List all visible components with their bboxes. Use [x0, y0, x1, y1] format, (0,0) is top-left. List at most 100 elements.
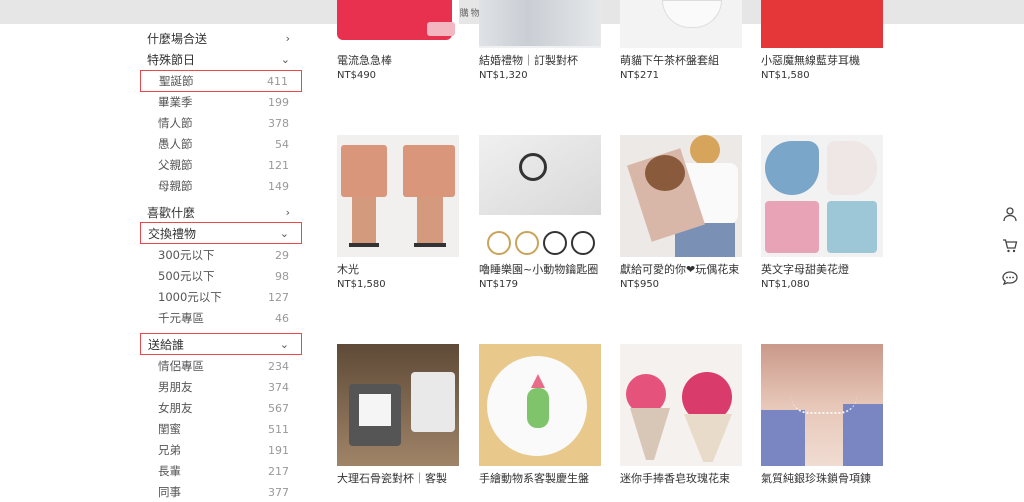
- product-name[interactable]: 嚕睡樂園~小動物鑰匙圈: [479, 261, 601, 277]
- sidebar-item-under-300[interactable]: 300元以下 29: [140, 245, 302, 265]
- product-price: NT$1,580: [761, 70, 810, 81]
- product-image[interactable]: [761, 0, 883, 48]
- sidebar-item-fathers-day[interactable]: 父親節 121: [140, 155, 302, 175]
- product-card[interactable]: 小惡魔無線藍芽耳機 NT$1,580: [761, 0, 883, 81]
- product-image[interactable]: [761, 344, 883, 466]
- product-name[interactable]: 迷你手捧香皂玫瑰花束: [620, 470, 742, 486]
- product-price: NT$1,320: [479, 70, 528, 81]
- item-count: 191: [268, 443, 289, 457]
- sidebar-item-under-1000[interactable]: 1000元以下 127: [140, 287, 302, 307]
- product-name[interactable]: 英文字母甜美花燈: [761, 261, 883, 277]
- product-card[interactable]: 木光 NT$1,580: [337, 135, 459, 290]
- sidebar-item-valentines[interactable]: 情人節 378: [140, 113, 302, 133]
- user-icon[interactable]: [996, 200, 1024, 228]
- item-label: 女朋友: [158, 401, 193, 415]
- product-image[interactable]: [620, 344, 742, 466]
- product-image[interactable]: [337, 0, 459, 48]
- item-count: 199: [268, 95, 289, 109]
- product-card[interactable]: 英文字母甜美花燈 NT$1,080: [761, 135, 883, 290]
- item-count: 217: [268, 464, 289, 478]
- product-name[interactable]: 萌貓下午茶杯盤套組: [620, 52, 742, 68]
- product-card[interactable]: 手繪動物系客製慶生盤: [479, 344, 601, 488]
- product-image[interactable]: [479, 344, 601, 466]
- chevron-right-icon: ›: [285, 205, 290, 219]
- product-card[interactable]: 嚕睡樂園~小動物鑰匙圈 NT$179: [479, 135, 601, 290]
- product-name[interactable]: 大理石骨瓷對杯｜客製: [337, 470, 459, 486]
- item-count: 54: [275, 137, 289, 151]
- product-name[interactable]: 木光: [337, 261, 459, 277]
- chevron-right-icon: ›: [285, 31, 290, 45]
- category-label: 特殊節日: [147, 52, 196, 67]
- item-label: 情侶專區: [158, 359, 204, 373]
- item-label: 兄弟: [158, 443, 181, 457]
- sidebar-item-april-fools[interactable]: 愚人節 54: [140, 134, 302, 154]
- sidebar-item-couples[interactable]: 情侶專區 234: [140, 356, 302, 376]
- sidebar-item-under-500[interactable]: 500元以下 98: [140, 266, 302, 286]
- category-label: 送給誰: [148, 337, 185, 352]
- product-price: NT$950: [620, 279, 660, 290]
- category-recipients[interactable]: 送給誰 ⌄: [140, 333, 302, 355]
- item-label: 母親節: [158, 179, 193, 193]
- product-price: NT$1,080: [761, 279, 810, 290]
- chevron-down-icon: ⌄: [279, 337, 289, 351]
- sidebar-item-mothers-day[interactable]: 母親節 149: [140, 176, 302, 196]
- sidebar-item-colleagues[interactable]: 同事 377: [140, 482, 302, 502]
- product-image[interactable]: [479, 135, 601, 257]
- product-name[interactable]: 氣質純銀珍珠鎖骨項鍊: [761, 470, 883, 486]
- product-image[interactable]: [620, 135, 742, 257]
- product-image[interactable]: [337, 344, 459, 466]
- category-gift-exchange[interactable]: 交換禮物 ⌄: [140, 222, 302, 244]
- item-count: 149: [268, 179, 289, 193]
- chevron-down-icon: ⌄: [280, 52, 290, 66]
- product-image[interactable]: [479, 0, 601, 48]
- item-label: 1000元以下: [158, 290, 222, 304]
- category-holidays[interactable]: 特殊節日 ⌄: [140, 49, 302, 69]
- item-label: 千元專區: [158, 311, 204, 325]
- sidebar-item-bestie[interactable]: 閨蜜 511: [140, 419, 302, 439]
- item-label: 情人節: [158, 116, 193, 130]
- product-name[interactable]: 小惡魔無線藍芽耳機: [761, 52, 883, 68]
- product-name[interactable]: 手繪動物系客製慶生盤: [479, 470, 601, 486]
- category-label: 什麼場合送: [147, 31, 208, 46]
- item-label: 500元以下: [158, 269, 215, 283]
- sidebar-item-elders[interactable]: 長輩 217: [140, 461, 302, 481]
- item-count: 374: [268, 380, 289, 394]
- cart-icon[interactable]: [996, 232, 1024, 260]
- category-label: 交換禮物: [148, 226, 197, 241]
- sidebar-item-graduation[interactable]: 畢業季 199: [140, 92, 302, 112]
- item-label: 同事: [158, 485, 181, 499]
- sidebar-item-brothers[interactable]: 兄弟 191: [140, 440, 302, 460]
- product-price: NT$1,580: [337, 279, 386, 290]
- sidebar-item-christmas[interactable]: 聖誕節 411: [140, 70, 302, 92]
- item-label: 聖誕節: [159, 74, 194, 88]
- item-count: 234: [268, 359, 289, 373]
- item-label: 畢業季: [158, 95, 193, 109]
- item-count: 411: [267, 74, 288, 88]
- category-occasion[interactable]: 什麼場合送 ›: [140, 28, 302, 48]
- item-count: 567: [268, 401, 289, 415]
- item-label: 愚人節: [158, 137, 193, 151]
- product-name[interactable]: 結婚禮物｜訂製對杯: [479, 52, 601, 68]
- product-name[interactable]: 電流急急棒: [337, 52, 459, 68]
- sidebar-item-thousand-zone[interactable]: 千元專區 46: [140, 308, 302, 328]
- product-name[interactable]: 獻給可愛的你❤玩偶花束: [620, 261, 742, 277]
- product-image[interactable]: [337, 135, 459, 257]
- product-card[interactable]: 氣質純銀珍珠鎖骨項鍊: [761, 344, 883, 488]
- item-count: 29: [275, 248, 289, 262]
- product-card[interactable]: 萌貓下午茶杯盤套組 NT$271: [620, 0, 742, 81]
- product-image[interactable]: [620, 0, 742, 48]
- product-card[interactable]: 電流急急棒 NT$490: [337, 0, 459, 81]
- product-card[interactable]: 迷你手捧香皂玫瑰花束: [620, 344, 742, 488]
- category-likes[interactable]: 喜歡什麼 ›: [140, 202, 302, 222]
- sidebar-item-girlfriend[interactable]: 女朋友 567: [140, 398, 302, 418]
- floating-actions: [996, 200, 1024, 296]
- item-count: 127: [268, 290, 289, 304]
- product-card[interactable]: 獻給可愛的你❤玩偶花束 NT$950: [620, 135, 742, 290]
- item-label: 父親節: [158, 158, 193, 172]
- item-label: 男朋友: [158, 380, 193, 394]
- chat-icon[interactable]: [996, 264, 1024, 292]
- product-image[interactable]: [761, 135, 883, 257]
- product-card[interactable]: 結婚禮物｜訂製對杯 NT$1,320: [479, 0, 601, 81]
- product-card[interactable]: 大理石骨瓷對杯｜客製: [337, 344, 459, 488]
- sidebar-item-boyfriend[interactable]: 男朋友 374: [140, 377, 302, 397]
